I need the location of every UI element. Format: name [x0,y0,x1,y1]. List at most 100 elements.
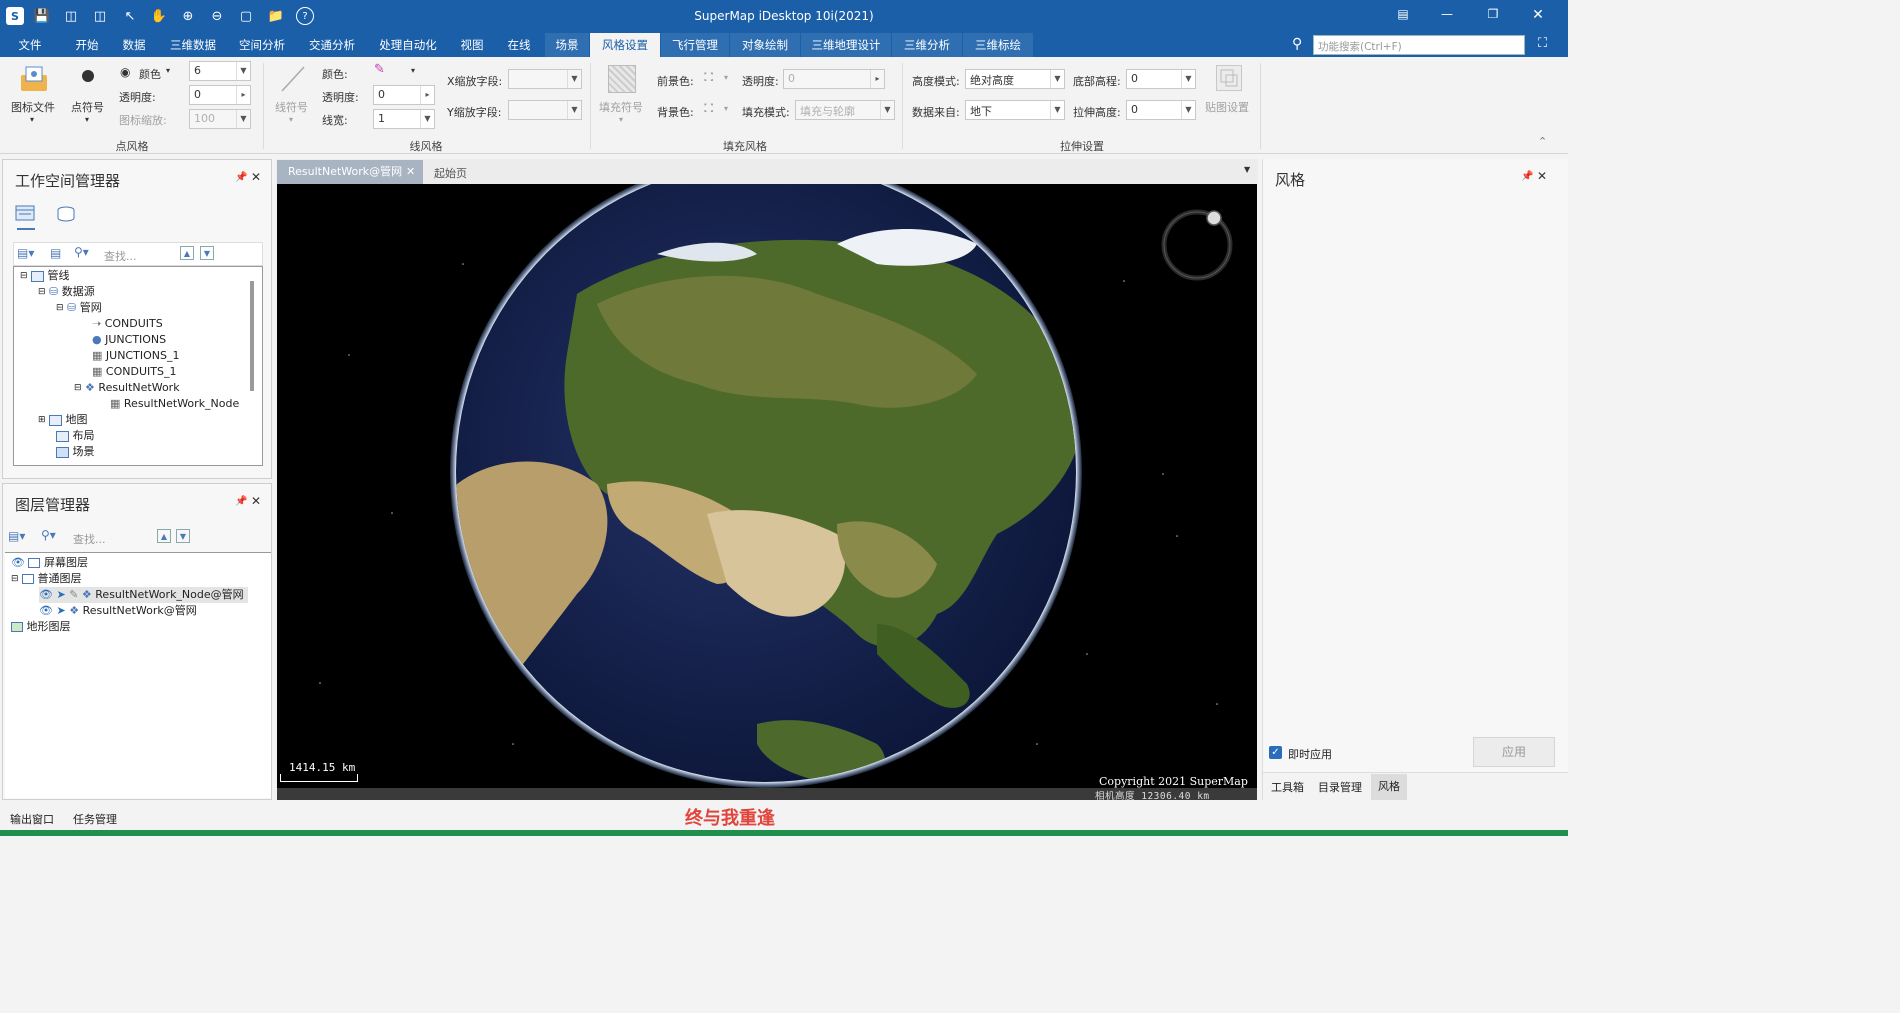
open-workspace-icon[interactable]: ▤▾ [17,246,34,260]
collapse-icon[interactable]: ⊟ [74,380,82,396]
search-icon[interactable]: ⚲ [1292,36,1302,52]
point-size-select[interactable]: 6 ▼ [189,61,251,81]
workspace-search-input[interactable]: 查找... [104,248,137,264]
line-symbol-icon[interactable] [280,65,306,93]
visible-eye-icon[interactable]: 👁 [39,587,53,603]
dropdown-arrow-icon[interactable]: ▼ [236,62,250,80]
database-view-icon[interactable] [55,204,77,224]
move-down-icon[interactable]: ▼ [176,529,190,543]
visible-eye-icon[interactable]: 👁 [11,555,25,571]
close-tab-icon[interactable]: ✕ [406,160,415,184]
line-symbol-dropdown-icon[interactable]: ▾ [289,115,293,124]
tab-automation[interactable]: 处理自动化 [372,33,444,57]
collapse-ribbon-icon[interactable]: ⌃ [1538,135,1547,148]
spinner-arrow-icon[interactable]: ▸ [236,86,250,104]
tab-traffic-analysis[interactable]: 交通分析 [302,33,362,57]
add-layer-icon[interactable]: ▤▾ [8,529,25,543]
dropdown-arrow-icon[interactable]: ▼ [567,70,581,88]
tab-3d-geo-design[interactable]: 三维地理设计 [801,33,891,57]
screen-layer-node[interactable]: 👁 屏幕图层 [11,555,88,571]
workspace-view-icon[interactable] [15,204,37,224]
tab-scene[interactable]: 场景 [545,33,589,57]
tab-start[interactable]: 开始 [64,33,110,57]
data-from-select[interactable]: 地下 ▼ [965,100,1065,120]
search-icon[interactable]: ⚲▾ [74,245,89,259]
dropdown-arrow-icon[interactable]: ▼ [1181,70,1195,88]
layer-item[interactable]: 👁 ➤ ❖ ResultNetWork@管网 [39,603,197,619]
tree-node-db[interactable]: ⊟ ⛁ 管网 [56,300,102,316]
close-icon[interactable]: ✕ [251,170,261,184]
tab-flight[interactable]: 飞行管理 [661,33,729,57]
pin-icon[interactable]: 📌 [235,172,247,183]
icon-file-icon[interactable] [18,65,50,93]
collapse-icon[interactable]: ⊟ [20,268,28,284]
instant-apply-checkbox[interactable]: ✓ [1269,746,1282,759]
scrollbar[interactable] [250,281,254,391]
selectable-pointer-icon[interactable]: ➤ [56,587,65,603]
point-color-dropdown-icon[interactable]: ▾ [166,66,170,75]
search-icon[interactable]: ⚲▾ [41,528,56,542]
tab-list-dropdown-icon[interactable]: ▼ [1244,165,1250,174]
tree-node-dataset[interactable]: ➝ CONDUITS [92,316,163,332]
dropdown-arrow-icon[interactable]: ▼ [880,101,894,119]
fill-symbol-icon[interactable] [608,65,636,93]
tab-object-draw[interactable]: 对象绘制 [730,33,800,57]
collapse-icon[interactable]: ⊟ [11,571,19,587]
move-up-icon[interactable]: ▲ [180,246,194,260]
tab-scene-document[interactable]: ResultNetWork@管网 ✕ [277,160,423,184]
spinner-arrow-icon[interactable]: ▸ [870,70,884,88]
dropdown-arrow-icon[interactable]: ▼ [1181,101,1195,119]
task-manager-tab[interactable]: 任务管理 [73,811,117,827]
output-window-tab[interactable]: 输出窗口 [10,811,54,827]
tab-online[interactable]: 在线 [500,33,538,57]
tab-spatial-analysis[interactable]: 空间分析 [232,33,292,57]
x-scale-field-select[interactable]: ▼ [508,69,582,89]
dropdown-arrow-icon[interactable]: ▼ [420,110,434,128]
tree-node-scenes[interactable]: 场景 [56,444,95,460]
editable-icon[interactable]: ✎ [69,587,78,603]
close-icon[interactable]: ✕ [1537,169,1547,183]
fill-transparency-spinner[interactable]: 0 ▸ [783,69,885,89]
function-search-input[interactable]: 功能搜索(Ctrl+F) [1313,35,1525,55]
close-icon[interactable]: ✕ [251,494,261,508]
texture-settings-label[interactable]: 贴图设置 [1205,99,1249,115]
close-icon[interactable]: ✕ [1528,7,1548,25]
maximize-icon[interactable]: ❐ [1483,7,1503,25]
height-mode-select[interactable]: 绝对高度 ▼ [965,69,1065,89]
extrude-height-select[interactable]: 0 ▼ [1126,100,1196,120]
restore-ribbon-icon[interactable]: ▤ [1393,7,1413,25]
tree-node-maps[interactable]: ⊞ 地图 [38,412,88,428]
tree-node-dataset[interactable]: ▦ JUNCTIONS_1 [92,348,179,364]
tab-start-page[interactable]: 起始页 [434,165,467,181]
point-symbol-dropdown-icon[interactable]: ▾ [85,115,89,124]
selectable-pointer-icon[interactable]: ➤ [56,603,65,619]
tree-node-dataset[interactable]: ▦ CONDUITS_1 [92,364,176,380]
line-width-select[interactable]: 1 ▼ [373,109,435,129]
scene-viewport[interactable]: 1414.15 km Copyright 2021 SuperMap 相机高度 … [277,184,1257,800]
dropdown-arrow-icon[interactable]: ▼ [567,101,581,119]
move-up-icon[interactable]: ▲ [157,529,171,543]
y-scale-field-select[interactable]: ▼ [508,100,582,120]
tree-node-subdataset[interactable]: ▦ ResultNetWork_Node [110,396,239,412]
compass-icon[interactable] [1161,209,1233,281]
tab-file[interactable]: 文件 [4,33,56,57]
apply-button[interactable]: 应用 [1473,737,1555,767]
tree-node-dataset[interactable]: ⊟ ❖ ResultNetWork [74,380,180,396]
color-palette-icon[interactable]: ◉ [120,65,130,79]
tab-3d-analysis[interactable]: 三维分析 [892,33,962,57]
tab-style[interactable]: 风格 [1371,774,1407,800]
tab-catalog[interactable]: 目录管理 [1318,779,1362,795]
line-transparency-spinner[interactable]: 0 ▸ [373,85,435,105]
point-symbol-icon[interactable] [82,70,94,82]
collapse-icon[interactable]: ⊟ [56,300,64,316]
save-workspace-icon[interactable]: ▤ [50,246,61,260]
layer-item-selected[interactable]: 👁 ➤ ✎ ❖ ResultNetWork_Node@管网 [39,587,248,603]
line-symbol-label[interactable]: 线符号 [275,99,308,115]
pin-icon[interactable]: 📌 [235,496,247,507]
minimize-icon[interactable]: — [1437,7,1457,25]
background-bucket-icon[interactable]: ⛚ [704,101,713,116]
move-down-icon[interactable]: ▼ [200,246,214,260]
tree-node-layouts[interactable]: 布局 [56,428,95,444]
tab-style-settings[interactable]: 风格设置 [590,33,660,57]
dropdown-arrow-icon[interactable]: ▼ [1050,70,1064,88]
